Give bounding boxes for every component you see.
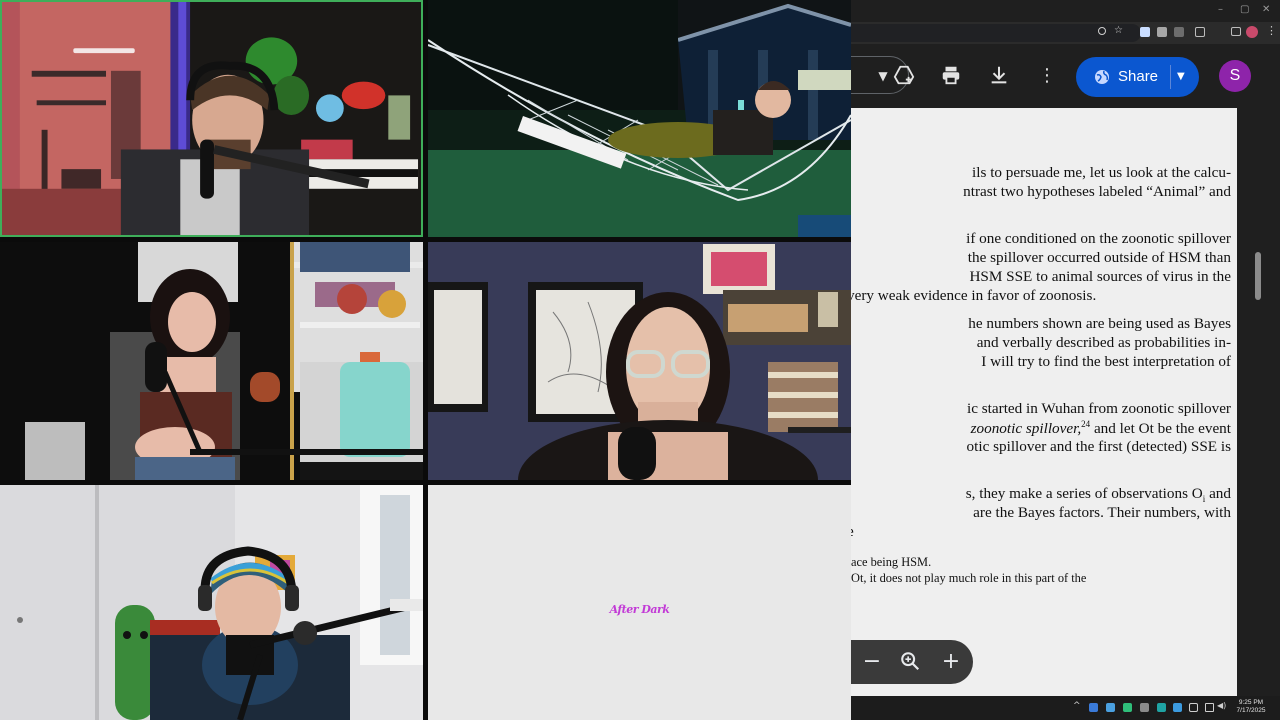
doc-line-text: and let Ot be the event [1093, 420, 1231, 438]
doc-line: HSM SSE to animal sources of virus in th… [969, 268, 1231, 285]
zoom-controls: − + [851, 640, 973, 684]
scrollbar[interactable] [1253, 108, 1263, 696]
doc-line: very weak evidence in favor of zoonosis. [851, 287, 1231, 306]
zoom-icon[interactable] [1098, 27, 1106, 35]
paragraph-4: ic started in Wuhan from zoonotic spillo… [851, 400, 1231, 457]
doc-line: I will try to find the best interpretati… [981, 353, 1231, 370]
extensions-puzzle-icon[interactable] [1195, 27, 1205, 37]
share-label: Share [1118, 68, 1159, 85]
print-icon[interactable] [939, 64, 963, 88]
extension-icon[interactable] [1157, 27, 1167, 37]
tray-app-icon[interactable] [1089, 703, 1098, 712]
video-tile-6[interactable]: After Dark [428, 485, 851, 720]
doc-line-end: and [1205, 485, 1231, 502]
volume-icon[interactable]: ◀) [1217, 701, 1226, 710]
download-icon[interactable] [987, 64, 1011, 88]
title-bar: – ▢ ✕ [851, 0, 1280, 22]
extension-doc-icon[interactable] [1140, 27, 1150, 37]
doc-line: ic started in Wuhan from zoonotic spillo… [967, 400, 1231, 417]
share-dropdown-icon[interactable]: ▼ [1177, 57, 1185, 97]
video-tile-2[interactable] [428, 0, 851, 237]
video-tile-4[interactable] [428, 242, 851, 480]
avatar[interactable]: S [1219, 60, 1251, 92]
video-tile-5[interactable] [0, 485, 423, 720]
globe-icon [1094, 69, 1110, 85]
doc-line: if one conditioned on the zoonotic spill… [966, 230, 1231, 247]
doc-italic: zoonotic spillover, [970, 420, 1082, 438]
footnote-line: Ot, it does not play much role in this p… [851, 571, 1087, 585]
profile-avatar-small[interactable] [1246, 26, 1258, 38]
maximize-button[interactable]: ▢ [1240, 4, 1249, 16]
video-feed-4 [428, 242, 851, 480]
paragraph-1: ils to persuade me, let us look at the c… [851, 164, 1231, 202]
share-button[interactable]: Share ▼ [1076, 57, 1199, 97]
doc-line-text: very weak evidence in favor of zoonosis. [851, 287, 1097, 304]
doc-line: are the Bayes factors. Their numbers, wi… [973, 504, 1231, 521]
extension-icon-2[interactable] [1174, 27, 1184, 37]
footnote-line: ace being HSM. [851, 555, 932, 569]
video-feed-3 [0, 242, 423, 480]
zoom-in-button[interactable]: + [939, 650, 963, 674]
url-field[interactable] [851, 24, 1141, 42]
tray-app-icon[interactable] [1106, 703, 1115, 712]
zoom-out-button[interactable]: − [860, 650, 884, 674]
tray-app-icon[interactable] [1157, 703, 1166, 712]
address-bar: ☆ ⋮ [851, 22, 1280, 44]
video-tile-3[interactable] [0, 242, 423, 480]
doc-line: ils to persuade me, let us look at the c… [972, 164, 1231, 181]
footnote-ref: 24 [1081, 419, 1091, 429]
tray-overflow-icon[interactable]: ^ [1073, 701, 1081, 711]
doc-line: otic spillover and the first (detected) … [966, 438, 1231, 455]
network-icon[interactable] [1189, 703, 1198, 712]
zoom-fit-icon[interactable] [898, 650, 922, 674]
doc-line: ntrast two hypotheses labeled “Animal” a… [963, 183, 1231, 200]
bookmark-star-icon[interactable]: ☆ [1114, 25, 1123, 36]
tray-app-icon[interactable] [1140, 703, 1149, 712]
video-feed-5 [0, 485, 423, 720]
close-button[interactable]: ✕ [1262, 4, 1270, 16]
doc-toolbar: ▼ ⋮ Share ▼ S [851, 44, 1280, 108]
doc-line: e [851, 523, 1231, 542]
clock-date: 7/17/2025 [1236, 707, 1266, 714]
more-vert-icon[interactable]: ⋮ [1035, 64, 1059, 88]
chrome-menu-icon[interactable]: ⋮ [1266, 24, 1277, 37]
video-feed-1 [2, 2, 421, 235]
clock-time: 9:25 PM [1238, 699, 1264, 706]
side-panel-icon[interactable] [1231, 27, 1241, 36]
paragraph-2: if one conditioned on the zoonotic spill… [851, 230, 1231, 306]
add-to-drive-icon[interactable] [892, 64, 916, 88]
share-divider [1170, 65, 1171, 89]
tray-app-icon[interactable] [1173, 703, 1182, 712]
doc-line: s, they make a series of observations Oi… [851, 485, 1231, 504]
paragraph-5: s, they make a series of observations Oi… [851, 485, 1231, 542]
doc-line: and verbally described as probabilities … [976, 334, 1231, 351]
tray-app-icon[interactable] [1123, 703, 1132, 712]
screen: After Dark – ▢ ✕ ☆ ⋮ ▼ ⋮ Share ▼ S ils t… [0, 0, 1280, 720]
pdf-page: ils to persuade me, let us look at the c… [851, 108, 1237, 696]
video-feed-2 [428, 0, 851, 237]
doc-line: the spillover occurred outside of HSM th… [967, 249, 1231, 266]
battery-icon[interactable] [1205, 703, 1214, 712]
browser-window: – ▢ ✕ ☆ ⋮ ▼ ⋮ Share ▼ S ils to persuade … [851, 0, 1280, 696]
doc-line-text: s, they make a series of observations O [965, 485, 1203, 502]
doc-line: zoonotic spillover,24 and let Ot be the … [851, 419, 1231, 438]
clock[interactable]: 9:25 PM 7/17/2025 [1229, 699, 1273, 715]
taskbar: ^ ◀) 9:25 PM 7/17/2025 [851, 696, 1280, 720]
scrollbar-thumb[interactable] [1255, 252, 1261, 300]
paragraph-3: he numbers shown are being used as Bayes… [851, 315, 1231, 372]
video-tile-1[interactable] [0, 0, 423, 237]
after-dark-logo: After Dark [609, 603, 670, 616]
doc-line-text: e [851, 523, 854, 540]
minimize-button[interactable]: – [1218, 4, 1223, 16]
footnotes: ace being HSM. Ot, it does not play much… [851, 555, 1237, 587]
doc-line: he numbers shown are being used as Bayes [968, 315, 1231, 332]
